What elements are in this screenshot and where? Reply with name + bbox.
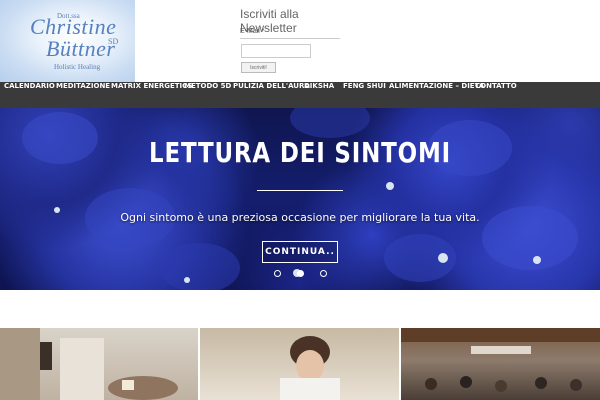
continue-button[interactable]: CONTINUA.. (262, 241, 338, 263)
email-label: E-Mail * (240, 28, 265, 35)
thumbnail-woman-image[interactable] (200, 328, 399, 400)
nav-item-calendario[interactable]: CALENDARIO (4, 82, 55, 108)
nav-item-feng-shui[interactable]: FENG SHUI (343, 82, 386, 108)
email-field[interactable] (241, 44, 311, 58)
main-nav: CALENDARIO MEDITAZIONE MATRIX ENERGETICS… (0, 82, 600, 108)
site-logo[interactable]: Dott.ssa Christine Büttner SD Holistic H… (0, 0, 135, 82)
hero-divider (257, 190, 343, 191)
slider-dot-3[interactable] (320, 270, 327, 277)
hero-subtitle: Ogni sintomo è una preziosa occasione pe… (120, 211, 480, 224)
slider-dot-1[interactable] (274, 270, 281, 277)
logo-tagline: Holistic Healing (54, 63, 101, 71)
hero-title: LETTURA DEI SINTOMI (149, 136, 451, 169)
header: Dott.ssa Christine Büttner SD Holistic H… (0, 0, 600, 82)
nav-item-diksha[interactable]: DIKSHA (304, 82, 334, 108)
logo-suffix: SD (108, 37, 119, 46)
nav-item-meditazione[interactable]: MEDITAZIONE (56, 82, 110, 108)
nav-item-contatto[interactable]: CONTATTO (475, 82, 517, 108)
nav-item-metodo-5d[interactable]: METODO 5D (184, 82, 231, 108)
newsletter-form: Iscriviti alla Newsletter E-Mail * Iscri… (240, 7, 340, 73)
thumbnail-group-image[interactable] (401, 328, 600, 400)
nav-item-pulizia-aura[interactable]: PULIZIA DELL'AURA (233, 82, 310, 108)
hero-slider: LETTURA DEI SINTOMI Ogni sintomo è una p… (0, 108, 600, 290)
slider-dot-2[interactable] (297, 270, 304, 277)
nav-item-alimentazione[interactable]: ALIMENTAZIONE – DIETA (389, 82, 484, 108)
nav-item-matrix-energetics[interactable]: MATRIX ENERGETICS (111, 82, 192, 108)
thumbnail-interior-image[interactable] (0, 328, 198, 400)
subscribe-button[interactable]: Iscriviti! (241, 62, 276, 73)
logo-name-last: Büttner (46, 36, 116, 61)
